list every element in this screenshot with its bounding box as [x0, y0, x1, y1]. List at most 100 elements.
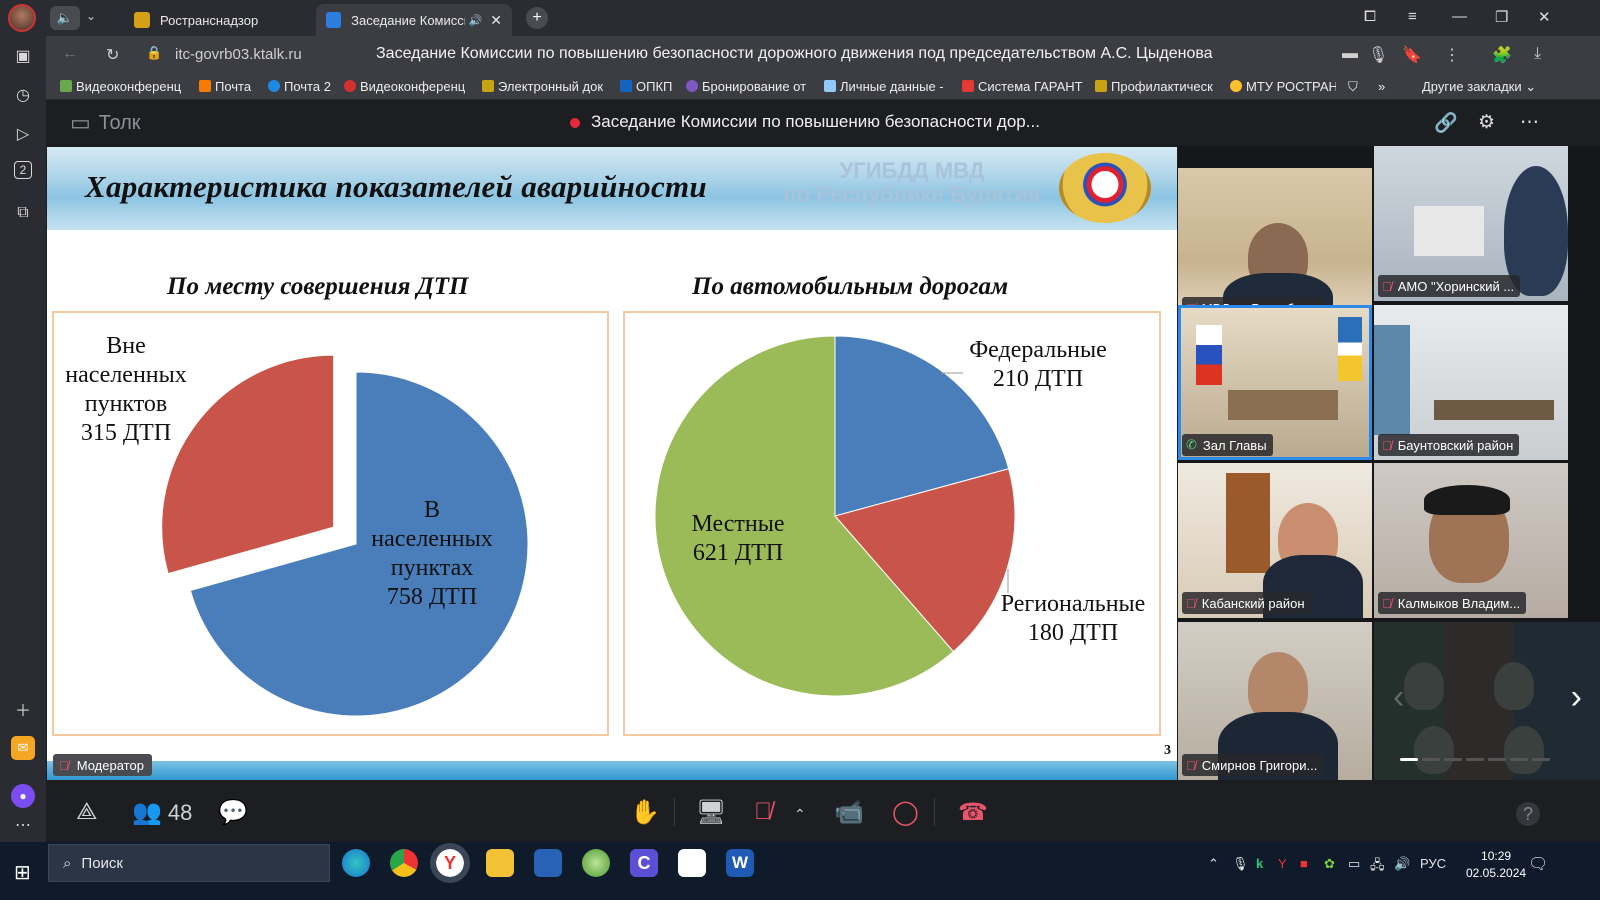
participant-tile[interactable]: ✆ Зал Главы [1178, 305, 1372, 460]
chevron-left-icon[interactable]: ‹ [1393, 678, 1404, 717]
chat-icon[interactable]: 💬 [218, 798, 248, 827]
profile-avatar[interactable] [8, 4, 36, 32]
participant-tile[interactable]: 🎙̸ Калмыков Владим... [1374, 463, 1568, 618]
tray-language[interactable]: РУС [1420, 856, 1446, 871]
participant-tile[interactable]: 🎙̸ Баунтовский район [1374, 305, 1568, 460]
collections-icon[interactable]: ▣ [11, 44, 35, 68]
close-tab-icon[interactable]: ✕ [490, 12, 502, 29]
more-icon[interactable]: ⋯ [1520, 111, 1539, 134]
tray-yandex-icon[interactable]: Y [1278, 856, 1287, 871]
windows-start-icon[interactable]: ⊞ [14, 860, 31, 885]
participant-tile[interactable]: 🎙̸МВД по Республи... [1178, 168, 1372, 323]
camera-icon[interactable]: ▬ [1342, 45, 1358, 63]
extension-icon[interactable]: 🧩 [1492, 45, 1512, 65]
camera-icon[interactable]: 📹 [834, 798, 864, 827]
tray-network-icon[interactable]: 🖧 [1370, 856, 1385, 878]
file-explorer-icon[interactable] [486, 849, 514, 877]
tray-app-icon[interactable]: ■ [1300, 856, 1308, 871]
menu-icon[interactable]: ≡ [1408, 8, 1417, 25]
bookmark-item[interactable]: Бронирование от [686, 79, 810, 94]
other-bookmarks[interactable]: Другие закладки ⌄ [1422, 79, 1552, 95]
history-icon[interactable]: ◷ [11, 83, 35, 107]
reload-icon[interactable]: ↻ [106, 45, 119, 65]
bookmark-item[interactable]: Электронный док [482, 79, 608, 94]
messenger-icon[interactable] [582, 849, 610, 877]
more-icon[interactable]: ⋯ [11, 813, 35, 837]
participant-tile[interactable]: 🎙̸ Кабанский район [1178, 463, 1372, 618]
app-c-icon[interactable]: C [630, 849, 658, 877]
tab-counter-badge[interactable]: 2 [14, 161, 32, 179]
notifications-icon[interactable]: 🗨 [1528, 854, 1548, 874]
pager-dot[interactable] [1422, 758, 1440, 761]
help-icon[interactable]: ? [1516, 802, 1540, 826]
lock-icon[interactable]: 🔒 [146, 45, 162, 61]
minimize-icon[interactable]: — [1452, 8, 1467, 25]
tray-battery-icon[interactable]: ▭ [1348, 856, 1360, 872]
tray-volume-icon[interactable]: 🔊 [1394, 856, 1410, 872]
pager-dot[interactable] [1400, 758, 1418, 761]
bookmark-item[interactable]: Профилактическ [1095, 79, 1219, 94]
more-bookmarks-chevron[interactable]: » [1378, 79, 1392, 94]
screen-share-icon[interactable]: 🖥 [696, 798, 726, 827]
back-arrow-icon[interactable]: ← [62, 45, 78, 63]
bookmark-icon[interactable]: 🔖 [1402, 45, 1422, 65]
pager-dot[interactable] [1510, 758, 1528, 761]
add-icon[interactable]: ＋ [11, 697, 35, 721]
chrome-icon[interactable] [390, 849, 418, 877]
download-icon[interactable]: ⤓ [1534, 45, 1541, 63]
edge-icon[interactable] [342, 849, 370, 877]
alice-assistant-icon[interactable]: ● [11, 784, 35, 808]
bookmark-item[interactable]: Личные данные - [824, 79, 946, 94]
raise-hand-icon[interactable]: ✋ [630, 798, 660, 827]
app-logo[interactable]: ▭ Толк [70, 110, 141, 136]
word-icon[interactable]: W [726, 849, 754, 877]
record-icon[interactable]: ◯ [892, 798, 919, 827]
bookmark-item[interactable]: Почта [199, 79, 261, 94]
grid-pager[interactable] [1400, 758, 1550, 761]
url-text[interactable]: itc-govrb03.ktalk.ru [175, 46, 302, 63]
taskbar-search[interactable]: ⌕ Поиск [48, 844, 330, 882]
more-options-icon[interactable]: ⋮ [1444, 45, 1460, 65]
tray-clock[interactable]: 10:29 02.05.2024 [1466, 848, 1526, 882]
pager-dot[interactable] [1466, 758, 1484, 761]
bookmark-item[interactable]: ОПКП [620, 79, 680, 94]
bookmark-item[interactable]: Система ГАРАНТ [962, 79, 1084, 94]
gear-icon[interactable]: ⚙ [1478, 111, 1495, 134]
pager-dot[interactable] [1488, 758, 1506, 761]
mic-options-chevron-icon[interactable]: ⌃ [794, 806, 806, 823]
mail-app-icon[interactable]: ✉ [11, 736, 35, 760]
participants-button[interactable]: 👥 48 [132, 798, 192, 827]
yandex-browser-icon[interactable]: Y [430, 843, 470, 883]
speaker-icon[interactable]: 🔈 [50, 6, 80, 30]
tray-app-icon[interactable]: ✿ [1324, 856, 1335, 872]
participant-tile[interactable]: 🎙̸ АМО "Хоринский ... [1374, 146, 1568, 301]
restore-icon[interactable]: ❐ [1495, 8, 1508, 26]
screenshot-icon[interactable]: ⧉ [11, 201, 35, 225]
chevron-right-icon[interactable]: › [1571, 678, 1582, 717]
tab-rostransnadzor[interactable]: Ространснадзор [124, 4, 314, 36]
bookmark-item[interactable]: Видеоконференц [60, 79, 185, 94]
tray-mic-icon[interactable]: 🎙 [1232, 856, 1249, 872]
bookmark-tabs-icon[interactable]: ⧠ [1364, 8, 1376, 25]
tray-chevron-up-icon[interactable]: ⌃ [1208, 856, 1219, 872]
shapes-icon[interactable]: ⟁ [76, 798, 97, 826]
bookmark-item[interactable]: Видеоконференц [344, 79, 470, 94]
pager-dot[interactable] [1444, 758, 1462, 761]
shield-icon[interactable]: ⛉ [1348, 79, 1362, 95]
more-participants-tile[interactable] [1374, 622, 1600, 780]
microphone-icon[interactable]: 🎙 [1368, 45, 1388, 65]
new-tab-icon[interactable]: + [526, 7, 548, 29]
mic-off-icon[interactable]: 🎙̸ [754, 798, 772, 826]
chevron-down-icon[interactable]: ⌄ [86, 9, 96, 23]
app-icon[interactable] [678, 849, 706, 877]
participant-tile[interactable]: 🎙̸ Смирнов Григори... [1178, 622, 1372, 780]
tab-meeting[interactable]: Заседание Комисси 🔊 ✕ [316, 4, 512, 36]
hang-up-icon[interactable]: ☎ [958, 798, 988, 827]
save-app-icon[interactable] [534, 849, 562, 877]
bookmark-item[interactable]: Почта 2 [268, 79, 340, 94]
pager-dot[interactable] [1532, 758, 1550, 761]
bookmark-item[interactable]: МТУ РОСТРАН [1230, 79, 1336, 94]
tray-kaspersky-icon[interactable]: k [1256, 856, 1263, 871]
close-window-icon[interactable]: ✕ [1538, 8, 1551, 26]
media-play-icon[interactable]: ▷ [11, 122, 35, 146]
